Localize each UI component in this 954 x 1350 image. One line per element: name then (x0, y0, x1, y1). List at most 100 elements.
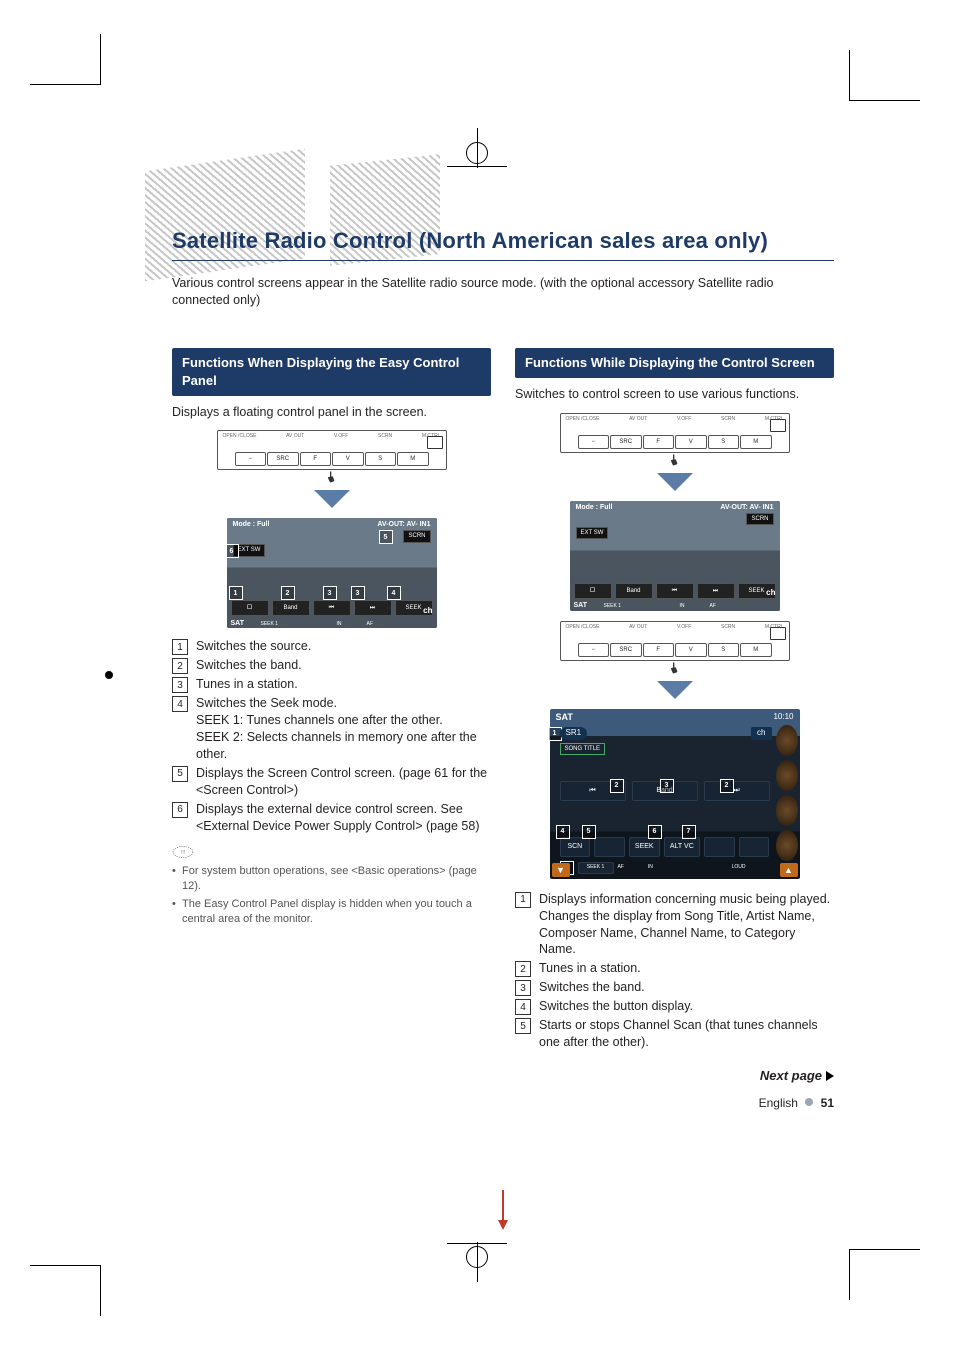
avout-label: AV-OUT: AV- IN1 (720, 503, 773, 512)
extsw-button: EXT SW (576, 527, 609, 539)
callout-4: 4 (556, 825, 570, 839)
hw-button: V (675, 435, 707, 449)
hw-button: F (643, 643, 675, 657)
hw-button: − (235, 452, 267, 466)
label-scrn: SCRN (721, 416, 735, 423)
hw-button: S (708, 435, 740, 449)
num-box: 2 (172, 658, 188, 674)
num-box: 1 (172, 639, 188, 655)
hw-button: M (740, 643, 772, 657)
list-item: 2Switches the band. (172, 657, 491, 674)
label-scrn: SCRN (721, 624, 735, 631)
easy-panel-screenshot: Mode : Full AV-OUT: AV- IN1 SCRN 5 EXT S… (227, 518, 437, 628)
footer-page: 51 (821, 1096, 834, 1110)
page-title: Satellite Radio Control (North American … (172, 226, 834, 261)
prev-btn: ⏮ (656, 583, 694, 599)
label-avout: AV OUT (629, 624, 647, 631)
side-button (776, 725, 798, 756)
label-voff: V.OFF (677, 624, 691, 631)
in-indicator: IN (648, 864, 653, 871)
registration-mark (466, 1246, 488, 1268)
press-hand-icon (667, 661, 683, 677)
num-box: 1 (515, 892, 531, 908)
song-title-box: SONG TITLE (560, 743, 606, 755)
callout-2b: 2 (720, 779, 734, 793)
down-arrow-icon (657, 681, 693, 699)
item-text: Displays information concerning music be… (539, 892, 830, 906)
crop-mark (30, 1265, 101, 1316)
label-open: OPEN /CLOSE (566, 624, 600, 631)
crop-mark (849, 1249, 920, 1300)
faceplate-illustration: OPEN /CLOSE AV OUT V.OFF SCRN M.CTRL − S… (560, 413, 790, 453)
next-page-label: Next page (515, 1067, 834, 1085)
hw-button: − (578, 643, 610, 657)
sat-label: SAT (231, 619, 244, 628)
loud-indicator: LOUD (732, 864, 746, 871)
list-item: 3Tunes in a station. (172, 676, 491, 693)
continuation-arrow-stem (502, 1190, 504, 1220)
callout-6: 6 (648, 825, 662, 839)
footer-bullet-icon (805, 1098, 813, 1106)
hw-button: − (578, 435, 610, 449)
margin-dot (105, 671, 113, 679)
num-box: 6 (172, 802, 188, 818)
label-scrn: SCRN (378, 433, 392, 440)
item-text: Switches the source. (196, 638, 311, 655)
next-page-text: Next page (760, 1068, 822, 1083)
list-item: 3 Switches the band. (515, 979, 834, 996)
down-arrow-icon (314, 490, 350, 508)
down-arrow-icon (657, 473, 693, 491)
item-text: Switches the Seek mode. (196, 696, 337, 710)
hw-screen-icon (770, 627, 786, 640)
easy-panel-screenshot: Mode : Full AV-OUT: AV- IN1 SCRN EXT SW … (570, 501, 780, 611)
label-voff: V.OFF (334, 433, 348, 440)
left-heading: Functions When Displaying the Easy Contr… (172, 348, 491, 395)
num-box: 3 (515, 980, 531, 996)
right-items: 1 Displays information concerning music … (515, 891, 834, 1051)
label-avout: AV OUT (629, 416, 647, 423)
hw-button: SRC (610, 435, 642, 449)
left-lead: Displays a floating control panel in the… (172, 404, 491, 421)
seek1-indicator: SEEK 1 (578, 862, 614, 874)
callout-3: 3 (660, 779, 674, 793)
continuation-arrow-icon (498, 1220, 508, 1230)
label-avout: AV OUT (286, 433, 304, 440)
svg-text:⁝⁝⁝: ⁝⁝⁝ (181, 850, 186, 856)
next-btn: ⏭ (354, 600, 392, 616)
sat-header: SAT (556, 711, 573, 723)
footer-lang: English (759, 1096, 798, 1110)
blank-button (739, 837, 770, 857)
mode-label: Mode : Full (233, 520, 270, 529)
prev-btn: ⏮ (313, 600, 351, 616)
item-sub: SEEK 1: Tunes channels one after the oth… (196, 712, 491, 729)
scn-button: SCN (560, 837, 591, 857)
item-sub: Changes the display from Song Title, Art… (539, 908, 834, 959)
list-item: 6 Displays the external device control sc… (172, 801, 491, 835)
right-lead: Switches to control screen to use variou… (515, 386, 834, 403)
hw-button: V (332, 452, 364, 466)
callout-7: 7 (682, 825, 696, 839)
hw-button: SRC (267, 452, 299, 466)
scroll-down-button: ▼ (552, 863, 570, 877)
callout-6: 6 (227, 544, 239, 558)
scrn-button: SCRN (746, 513, 773, 525)
hw-screen-icon (770, 419, 786, 432)
callout-3: 3 (323, 586, 337, 600)
notes-list: For system button operations, see <Basic… (172, 864, 491, 926)
item-text: Displays the Screen Control screen. (pag… (196, 765, 491, 799)
callout-2: 2 (610, 779, 624, 793)
page-content: Satellite Radio Control (North American … (172, 200, 834, 1230)
avout-label: AV-OUT: AV- IN1 (377, 520, 430, 529)
list-item: 2Tunes in a station. (515, 960, 834, 977)
list-item: 5Starts or stops Channel Scan (that tune… (515, 1017, 834, 1051)
item-text: Tunes in a station. (196, 676, 298, 693)
item-text: Displays the external device control scr… (196, 801, 491, 835)
hw-button: F (643, 435, 675, 449)
page-footer: English 51 (515, 1095, 834, 1111)
item-text: Switches the band. (539, 979, 645, 996)
list-item: 4Switches the button display. (515, 998, 834, 1015)
scroll-up-button: ▲ (780, 863, 798, 877)
press-hand-icon (667, 453, 683, 469)
callout-5: 5 (582, 825, 596, 839)
right-column: Functions While Displaying the Control S… (515, 348, 834, 1110)
